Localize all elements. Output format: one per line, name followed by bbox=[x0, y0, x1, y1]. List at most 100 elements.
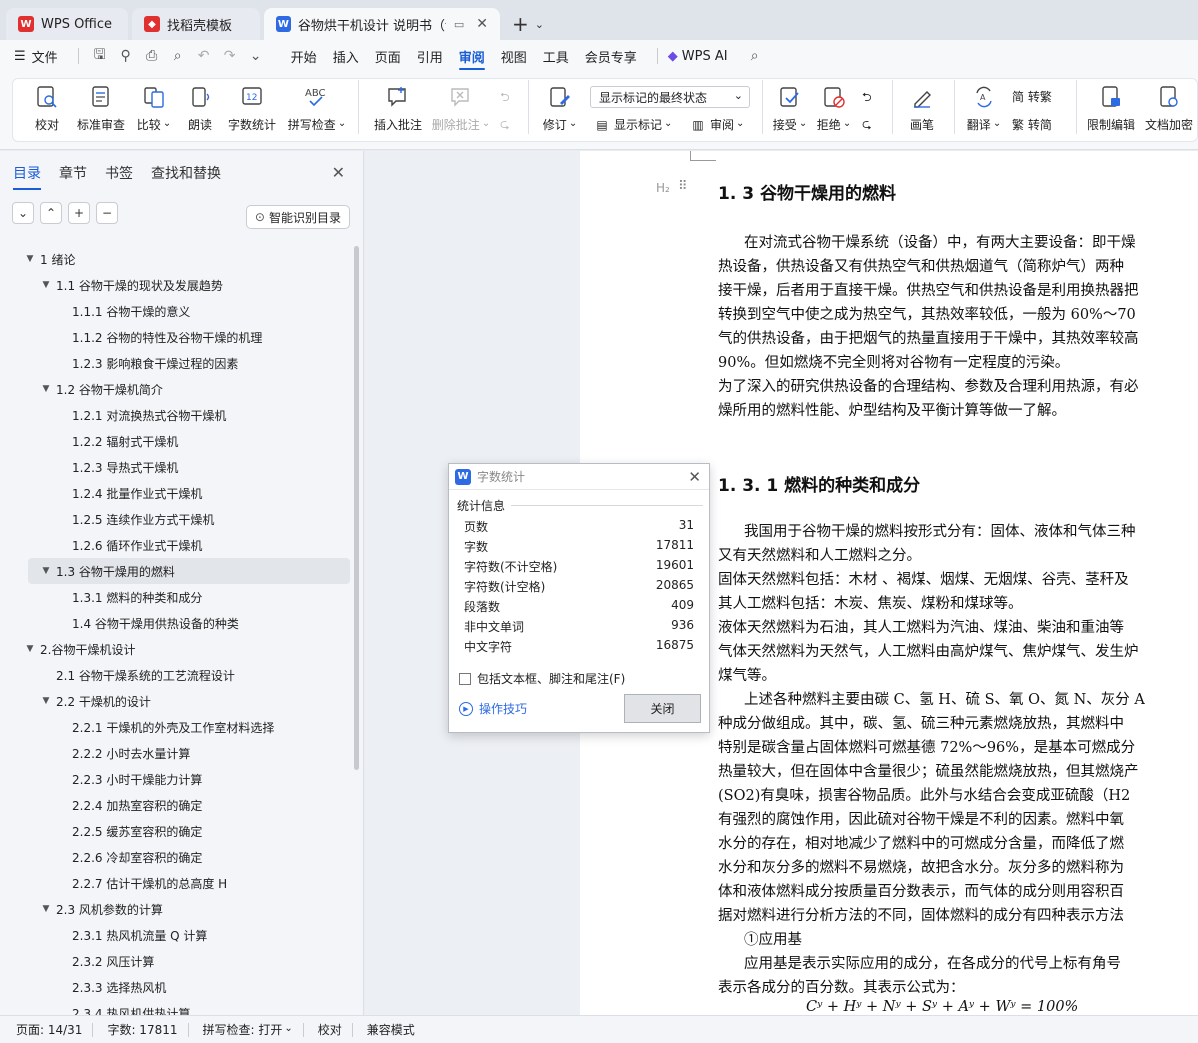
toc-item[interactable]: ▼ 1.1 谷物干燥的现状及发展趋势 bbox=[0, 272, 352, 298]
expand-level-button[interactable]: ⌃ bbox=[40, 202, 62, 224]
toc-item[interactable]: 1.3.1 燃料的种类和成分 bbox=[0, 584, 352, 610]
remove-heading-button[interactable]: − bbox=[96, 202, 118, 224]
toc-item[interactable]: 1.4 谷物干燥用供热设备的种类 bbox=[0, 610, 352, 636]
drag-handle-icon[interactable]: ⠿ bbox=[678, 179, 687, 194]
pen-button[interactable]: 画笔 bbox=[902, 80, 942, 142]
toc-item[interactable]: ▼ 2.3 风机参数的计算 bbox=[0, 896, 352, 922]
tab-chapters[interactable]: 章节 bbox=[59, 163, 87, 183]
translate-button[interactable]: A 翻译 bbox=[962, 80, 1006, 142]
caret-down-icon[interactable]: ▼ bbox=[40, 384, 52, 394]
caret-down-icon[interactable]: ▼ bbox=[40, 280, 52, 290]
caret-down-icon[interactable]: ▼ bbox=[40, 696, 52, 706]
new-tab-button[interactable]: + ⌄ bbox=[504, 8, 552, 40]
toc-item[interactable]: ▼ 2.2 干燥机的设计 bbox=[0, 688, 352, 714]
revise-button[interactable]: 修订 bbox=[540, 80, 580, 142]
tab-current-document[interactable]: W 谷物烘干机设计 说明书（论文 ▭ ✕ bbox=[264, 8, 500, 40]
toc-item[interactable]: 2.2.6 冷却室容积的确定 bbox=[0, 844, 352, 870]
read-aloud-button[interactable]: 朗读 bbox=[182, 80, 218, 142]
file-menu[interactable]: ☰ 文件 bbox=[14, 40, 58, 72]
caret-down-icon[interactable]: ▼ bbox=[24, 644, 36, 654]
document-encrypt-button[interactable]: 文档加密 bbox=[1142, 80, 1196, 142]
menu-review[interactable]: 审阅 bbox=[458, 40, 485, 72]
toc-item[interactable]: 2.3.1 热风机流量 Q 计算 bbox=[0, 922, 352, 948]
menu-tools[interactable]: 工具 bbox=[543, 40, 569, 72]
proofread-button[interactable]: 校对 bbox=[28, 80, 66, 142]
smart-toc-button[interactable]: ⊙ 智能识别目录 bbox=[245, 205, 350, 229]
accept-button[interactable]: 接受 bbox=[770, 80, 810, 142]
menu-insert[interactable]: 插入 bbox=[333, 40, 359, 72]
tab-wps-office[interactable]: W WPS Office bbox=[6, 8, 128, 40]
toc-item[interactable]: 2.1 谷物干燥系统的工艺流程设计 bbox=[0, 662, 352, 688]
show-markup-button[interactable]: ▤ 显示标记 bbox=[594, 116, 672, 133]
tab-find-replace[interactable]: 查找和替换 bbox=[151, 163, 221, 183]
monitor-icon[interactable]: ▭ bbox=[454, 18, 464, 31]
toc-item[interactable]: ▼ 1.2 谷物干燥机简介 bbox=[0, 376, 352, 402]
toc-item[interactable]: 2.3.3 选择热风机 bbox=[0, 974, 352, 1000]
toc-item[interactable]: 1.1.2 谷物的特性及谷物干燥的机理 bbox=[0, 324, 352, 350]
toc-item[interactable]: 2.2.7 估计干燥机的总高度 H bbox=[0, 870, 352, 896]
close-pane-icon[interactable]: ✕ bbox=[332, 163, 345, 182]
menu-start[interactable]: 开始 bbox=[291, 40, 317, 72]
toc-item[interactable]: 2.2.5 缓苏室容积的确定 bbox=[0, 818, 352, 844]
toc-item[interactable]: 2.3.2 风压计算 bbox=[0, 948, 352, 974]
word-count-button[interactable]: 12 字数统计 bbox=[224, 80, 280, 142]
undo-icon[interactable]: ↶ bbox=[193, 48, 215, 64]
redo-icon[interactable]: ↷ bbox=[219, 48, 241, 64]
next-comment-icon[interactable]: ⮎ bbox=[500, 115, 510, 136]
dialog-title-bar[interactable]: W 字数统计 bbox=[449, 464, 709, 490]
share-icon[interactable]: ⚲ bbox=[115, 48, 137, 64]
toc-scrollbar[interactable] bbox=[354, 246, 359, 770]
delete-comment-button[interactable]: 删除批注 bbox=[430, 80, 492, 142]
toc-item[interactable]: 2.2.2 小时去水量计算 bbox=[0, 740, 352, 766]
print-icon[interactable]: ⎙ bbox=[141, 48, 163, 64]
tab-toc[interactable]: 目录 bbox=[13, 163, 41, 190]
collapse-level-button[interactable]: ⌄ bbox=[12, 202, 34, 224]
toc-item[interactable]: 1.2.6 循环作业式干燥机 bbox=[0, 532, 352, 558]
toc-item[interactable]: 1.1.1 谷物干燥的意义 bbox=[0, 298, 352, 324]
word-count-indicator[interactable]: 字数: 17811 bbox=[107, 1021, 177, 1038]
toc-item[interactable]: 1.2.3 导热式干燥机 bbox=[0, 454, 352, 480]
wps-ai-button[interactable]: ◆ WPS AI bbox=[668, 40, 728, 72]
menu-member[interactable]: 会员专享 bbox=[585, 40, 637, 72]
reject-button[interactable]: 拒绝 bbox=[814, 80, 854, 142]
toc-item[interactable]: ▼ 1 绪论 bbox=[0, 246, 352, 272]
markup-state-select[interactable]: 显示标记的最终状态 ⌄ bbox=[590, 86, 750, 108]
standard-review-button[interactable]: 标准审查 bbox=[74, 80, 128, 142]
to-simplified-button[interactable]: 繁 转简 bbox=[1012, 116, 1052, 133]
caret-down-icon[interactable]: ▼ bbox=[40, 566, 52, 576]
menu-view[interactable]: 视图 bbox=[501, 40, 527, 72]
review-pane-button[interactable]: ▥ 审阅 bbox=[690, 116, 744, 133]
insert-comment-button[interactable]: 插入批注 bbox=[370, 80, 426, 142]
previous-change-icon[interactable]: ⮌ bbox=[862, 88, 872, 109]
toc-item[interactable]: 1.2.4 批量作业式干燥机 bbox=[0, 480, 352, 506]
spell-check-indicator[interactable]: 拼写检查: 打开 bbox=[203, 1021, 293, 1038]
compare-button[interactable]: 比较 bbox=[134, 80, 174, 142]
prev-comment-icon[interactable]: ⮌ bbox=[500, 88, 510, 109]
menu-page[interactable]: 页面 bbox=[375, 40, 401, 72]
toc-item[interactable]: 2.2.1 干燥机的外壳及工作室材料选择 bbox=[0, 714, 352, 740]
caret-down-icon[interactable]: ▼ bbox=[40, 904, 52, 914]
add-heading-button[interactable]: + bbox=[68, 202, 90, 224]
caret-down-icon[interactable]: ▼ bbox=[24, 254, 36, 264]
toc-item[interactable]: 1.2.3 影响粮食干燥过程的因素 bbox=[0, 350, 352, 376]
include-textbox-checkbox[interactable]: 包括文本框、脚注和尾注(F) bbox=[459, 670, 625, 687]
toc-item[interactable]: 2.2.3 小时干燥能力计算 bbox=[0, 766, 352, 792]
checkbox-box[interactable] bbox=[459, 672, 471, 685]
search-icon[interactable]: ⌕ bbox=[744, 48, 766, 64]
toc-item[interactable]: 1.2.1 对流换热式谷物干燥机 bbox=[0, 402, 352, 428]
spell-check-button[interactable]: ABC 拼写检查 bbox=[286, 80, 348, 142]
more-chevron-icon[interactable]: ⌄ bbox=[245, 48, 267, 64]
to-traditional-button[interactable]: 简 转繁 bbox=[1012, 88, 1052, 105]
menu-reference[interactable]: 引用 bbox=[417, 40, 443, 72]
dialog-close-icon[interactable]: ✕ bbox=[688, 468, 701, 486]
page-indicator[interactable]: 页面: 14/31 bbox=[16, 1021, 82, 1038]
dialog-close-button[interactable]: 关闭 bbox=[624, 694, 701, 723]
restrict-edit-button[interactable]: 限制编辑 bbox=[1084, 80, 1138, 142]
toc-item[interactable]: ▼ 1.3 谷物干燥用的燃料 bbox=[28, 558, 350, 584]
proofread-indicator[interactable]: 校对 bbox=[318, 1021, 342, 1038]
toc-item[interactable]: 1.2.5 连续作业方式干燥机 bbox=[0, 506, 352, 532]
tips-link[interactable]: ▶ 操作技巧 bbox=[459, 700, 527, 717]
toc-item[interactable]: 1.2.2 辐射式干燥机 bbox=[0, 428, 352, 454]
close-tab-icon[interactable]: ✕ bbox=[476, 16, 488, 32]
save-icon[interactable]: 🖫 bbox=[89, 44, 111, 68]
